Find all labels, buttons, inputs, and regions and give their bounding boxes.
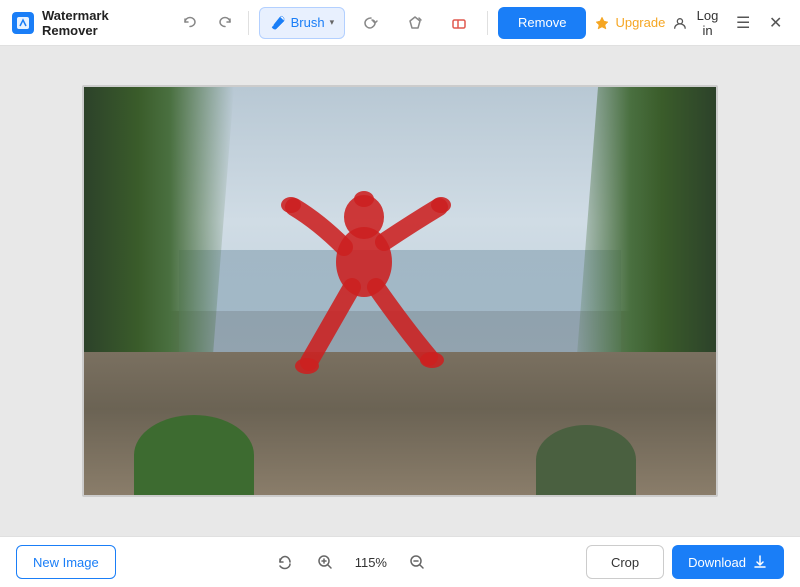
main-canvas-area <box>0 46 800 536</box>
bottom-right: Crop Download <box>586 545 784 579</box>
remove-button[interactable]: Remove <box>498 7 586 39</box>
brush-label: Brush <box>291 15 325 30</box>
separator-2 <box>487 11 488 35</box>
close-button[interactable]: ✕ <box>763 9 788 37</box>
download-label: Download <box>688 555 746 570</box>
polygon-tool-button[interactable] <box>397 7 433 39</box>
download-button[interactable]: Download <box>672 545 784 579</box>
zoom-level-display: 115% <box>351 555 391 570</box>
brush-chevron: ▾ <box>330 17 335 28</box>
new-image-button[interactable]: New Image <box>16 545 116 579</box>
rotate-left-button[interactable] <box>271 548 299 576</box>
undo-button[interactable] <box>177 9 203 37</box>
header-right: Upgrade Log in ☰ ✕ <box>594 8 788 38</box>
upgrade-label: Upgrade <box>615 15 665 30</box>
bottom-center: 115% <box>271 548 431 576</box>
crop-button[interactable]: Crop <box>586 545 664 579</box>
app-title: Watermark Remover <box>42 8 159 38</box>
separator-1 <box>248 11 249 35</box>
scene-background <box>84 87 716 495</box>
zoom-in-button[interactable] <box>311 548 339 576</box>
titlebar: Watermark Remover Brush ▾ <box>0 0 800 46</box>
image-canvas[interactable] <box>82 85 718 497</box>
login-button[interactable]: Log in <box>673 8 723 38</box>
upgrade-button[interactable]: Upgrade <box>594 15 665 31</box>
app-logo <box>12 12 34 34</box>
bottom-bar: New Image 115% C <box>0 536 800 587</box>
lasso-tool-button[interactable] <box>353 7 389 39</box>
eraser-tool-button[interactable] <box>441 7 477 39</box>
brush-tool-button[interactable]: Brush ▾ <box>259 7 346 39</box>
bottom-left: New Image <box>16 545 116 579</box>
redo-button[interactable] <box>212 9 238 37</box>
bush-right <box>536 425 636 495</box>
bush-left <box>134 415 254 495</box>
menu-button[interactable]: ☰ <box>731 9 756 37</box>
login-label: Log in <box>692 8 723 38</box>
water-layer <box>179 250 621 352</box>
zoom-out-button[interactable] <box>403 548 431 576</box>
